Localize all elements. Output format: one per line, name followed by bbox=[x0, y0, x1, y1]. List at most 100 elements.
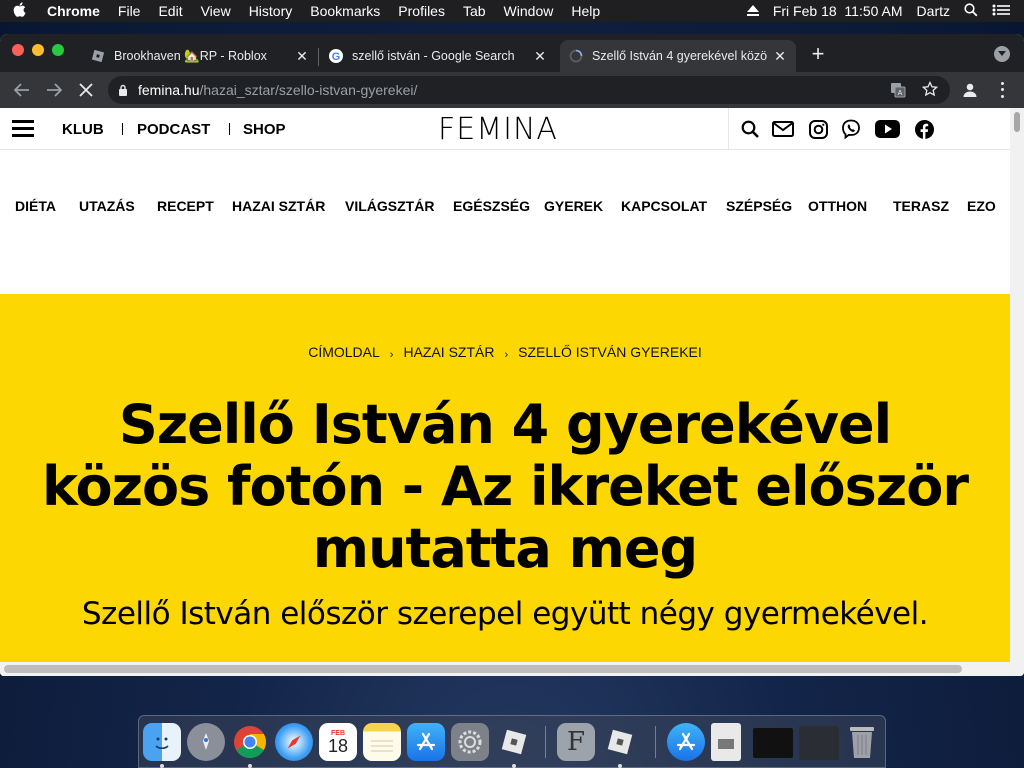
instagram-icon[interactable] bbox=[806, 117, 830, 141]
tab-google-search[interactable]: G szellő istván - Google Search ✕ bbox=[320, 40, 556, 72]
new-tab-button[interactable]: + bbox=[802, 40, 834, 68]
apple-menu-icon[interactable] bbox=[0, 1, 38, 21]
document-icon[interactable] bbox=[711, 723, 741, 761]
finder-icon[interactable] bbox=[143, 723, 181, 761]
breadcrumb-current[interactable]: SZELLŐ ISTVÁN GYEREKEI bbox=[518, 344, 702, 360]
system-preferences-icon[interactable] bbox=[451, 723, 489, 761]
forward-button[interactable] bbox=[38, 76, 70, 104]
facebook-icon[interactable] bbox=[912, 117, 936, 141]
calendar-day: 18 bbox=[327, 735, 349, 756]
eject-icon[interactable] bbox=[746, 3, 759, 19]
menu-history[interactable]: History bbox=[240, 3, 302, 19]
menu-bookmarks[interactable]: Bookmarks bbox=[301, 3, 389, 19]
nav-klub[interactable]: KLUB bbox=[62, 121, 104, 138]
minimize-window-button[interactable] bbox=[32, 44, 44, 56]
category-nav: DIÉTA UTAZÁS RECEPT HAZAI SZTÁR VILÁGSZT… bbox=[0, 194, 1010, 218]
youtube-icon[interactable] bbox=[873, 117, 901, 141]
category-utazas[interactable]: UTAZÁS bbox=[79, 198, 135, 214]
tab-search-button[interactable] bbox=[994, 46, 1010, 62]
app-store-icon[interactable] bbox=[407, 723, 445, 761]
menu-window[interactable]: Window bbox=[495, 3, 563, 19]
maximize-window-button[interactable] bbox=[52, 44, 64, 56]
tab-title: Brookhaven 🏡RP - Roblox bbox=[114, 48, 267, 63]
category-szepseg[interactable]: SZÉPSÉG bbox=[726, 198, 792, 214]
menu-bar: Chrome File Edit View History Bookmarks … bbox=[0, 0, 1024, 22]
tab-femina-article[interactable]: Szellő István 4 gyerekével közö ✕ bbox=[560, 40, 796, 72]
address-bar[interactable]: femina.hu/hazai_sztar/szello-istvan-gyer… bbox=[108, 76, 950, 104]
tab-strip: Brookhaven 🏡RP - Roblox ✕ G szellő istvá… bbox=[0, 34, 1024, 72]
category-kapcsolat[interactable]: KAPCSOLAT bbox=[621, 198, 707, 214]
menu-view[interactable]: View bbox=[192, 3, 240, 19]
menu-edit[interactable]: Edit bbox=[149, 3, 191, 19]
svg-text:G: G bbox=[332, 51, 341, 63]
calendar-icon[interactable]: FEB 18 bbox=[319, 723, 357, 761]
menubar-user[interactable]: Dartz bbox=[917, 3, 950, 19]
tab-close-icon[interactable]: ✕ bbox=[292, 48, 312, 65]
chrome-icon[interactable] bbox=[231, 723, 269, 761]
lock-icon[interactable] bbox=[108, 84, 138, 96]
google-icon: G bbox=[328, 48, 344, 64]
category-ezo[interactable]: EZO bbox=[967, 198, 996, 214]
menu-tab[interactable]: Tab bbox=[454, 3, 495, 19]
hamburger-menu-icon[interactable] bbox=[12, 120, 34, 138]
close-window-button[interactable] bbox=[12, 44, 24, 56]
mail-icon[interactable] bbox=[771, 117, 795, 141]
control-center-icon[interactable] bbox=[992, 3, 1010, 19]
chrome-menu-icon[interactable] bbox=[994, 80, 1010, 100]
minimized-window-icon[interactable] bbox=[753, 728, 793, 758]
category-terasz[interactable]: TERASZ bbox=[893, 198, 949, 214]
article-headline: Szellő István 4 gyerekével közös fotón -… bbox=[42, 393, 969, 580]
font-book-icon[interactable]: F bbox=[557, 723, 595, 761]
scrollbar-thumb[interactable] bbox=[4, 665, 962, 673]
menu-help[interactable]: Help bbox=[562, 3, 609, 19]
category-otthon[interactable]: OTTHON bbox=[808, 198, 867, 214]
femina-logo[interactable]: FEMINA bbox=[438, 112, 558, 147]
vertical-scrollbar[interactable] bbox=[1010, 108, 1024, 676]
tab-close-icon[interactable]: ✕ bbox=[770, 48, 790, 65]
translate-icon[interactable]: A bbox=[890, 82, 906, 101]
category-gyerek[interactable]: GYEREK bbox=[544, 198, 603, 214]
app-store-download-icon[interactable] bbox=[667, 723, 705, 761]
category-vilagsztar[interactable]: VILÁGSZTÁR bbox=[345, 198, 434, 214]
header-divider bbox=[728, 108, 729, 150]
roblox-icon[interactable] bbox=[495, 723, 533, 761]
tab-title: szellő istván - Google Search bbox=[352, 49, 515, 63]
scrollbar-thumb[interactable] bbox=[1014, 112, 1020, 132]
running-indicator bbox=[160, 764, 164, 768]
minimized-window-icon[interactable] bbox=[799, 726, 839, 760]
viber-icon[interactable] bbox=[839, 117, 863, 141]
loading-icon bbox=[568, 48, 584, 64]
browser-toolbar: femina.hu/hazai_sztar/szello-istvan-gyer… bbox=[0, 72, 1024, 108]
horizontal-scrollbar[interactable] bbox=[0, 662, 1010, 676]
nav-shop[interactable]: SHOP bbox=[243, 121, 286, 138]
notes-icon[interactable] bbox=[363, 723, 401, 761]
category-egeszseg[interactable]: EGÉSZSÉG bbox=[453, 198, 530, 214]
category-recept[interactable]: RECEPT bbox=[157, 198, 214, 214]
menu-profiles[interactable]: Profiles bbox=[389, 3, 454, 19]
menu-app-name[interactable]: Chrome bbox=[38, 3, 109, 19]
breadcrumb-home[interactable]: CÍMOLDAL bbox=[308, 344, 380, 360]
stop-loading-button[interactable] bbox=[70, 76, 102, 104]
menubar-datetime[interactable]: Fri Feb 18 11:50 AM bbox=[773, 3, 903, 19]
launchpad-icon[interactable] bbox=[187, 723, 225, 761]
tab-close-icon[interactable]: ✕ bbox=[530, 48, 550, 65]
trash-icon[interactable] bbox=[843, 723, 881, 761]
back-button[interactable] bbox=[6, 76, 38, 104]
roblox-studio-icon[interactable] bbox=[601, 723, 639, 761]
spotlight-icon[interactable] bbox=[964, 2, 978, 20]
search-icon[interactable] bbox=[738, 117, 762, 141]
menu-file[interactable]: File bbox=[109, 3, 150, 19]
tab-roblox[interactable]: Brookhaven 🏡RP - Roblox ✕ bbox=[82, 40, 318, 72]
roblox-icon bbox=[90, 48, 106, 64]
breadcrumb-category[interactable]: HAZAI SZTÁR bbox=[403, 344, 494, 360]
safari-icon[interactable] bbox=[275, 723, 313, 761]
profile-avatar[interactable] bbox=[958, 78, 982, 102]
bookmark-star-icon[interactable] bbox=[921, 80, 939, 100]
category-dieta[interactable]: DIÉTA bbox=[15, 198, 56, 214]
breadcrumb: CÍMOLDAL › HAZAI SZTÁR › SZELLŐ ISTVÁN GYERE… bbox=[0, 344, 1010, 361]
category-hazai-sztar[interactable]: HAZAI SZTÁR bbox=[232, 198, 325, 214]
nav-podcast[interactable]: PODCAST bbox=[137, 121, 210, 138]
site-header: KLUB PODCAST SHOP FEMINA bbox=[0, 108, 1010, 150]
nav-divider bbox=[122, 123, 123, 135]
running-indicator bbox=[618, 764, 622, 768]
